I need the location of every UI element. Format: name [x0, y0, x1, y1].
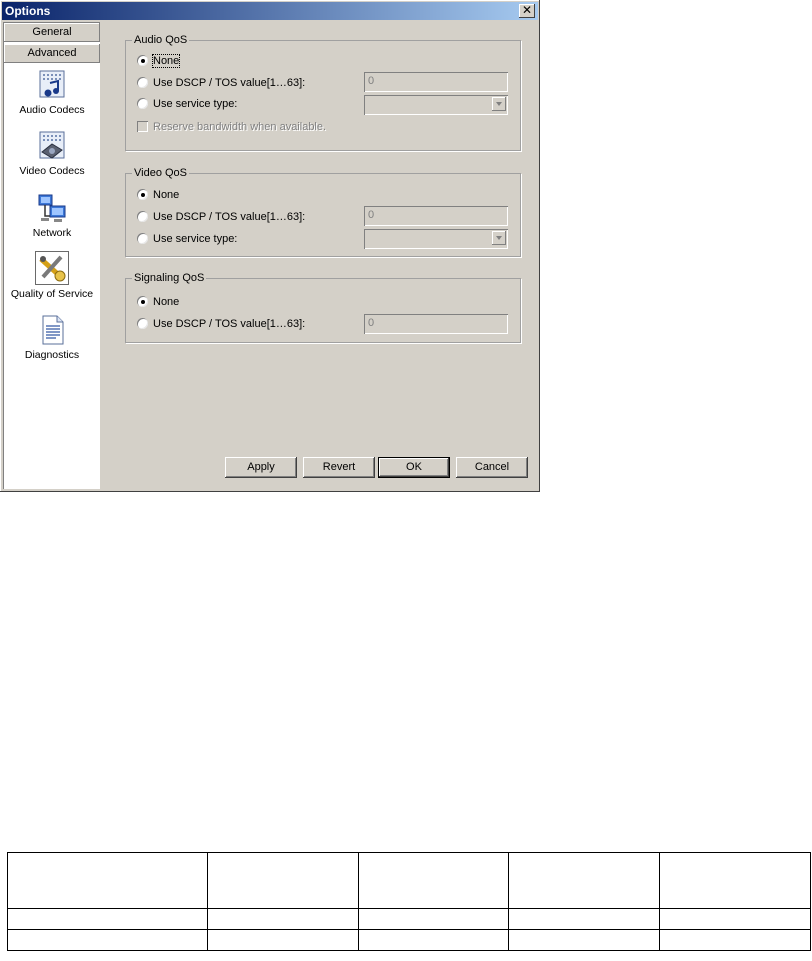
- table-cell: [206, 929, 359, 951]
- sidebar-item-diagnostics[interactable]: Diagnostics: [4, 314, 100, 374]
- signaling-dscp-input[interactable]: 0: [364, 314, 508, 334]
- table-header-cell: [206, 852, 359, 909]
- radio-button[interactable]: [137, 98, 148, 109]
- video-codecs-icon: [39, 131, 65, 159]
- audio-none-radio[interactable]: None: [137, 54, 181, 68]
- sidebar-item-label: Video Codecs: [19, 165, 85, 177]
- table-cell: [508, 908, 661, 930]
- table-cell: [357, 908, 510, 930]
- audio-none-label: None: [151, 54, 181, 68]
- audio-qos-title: Audio QoS: [132, 34, 190, 46]
- empty-table: [7, 852, 811, 951]
- sidebar-item-network[interactable]: Network: [4, 192, 100, 252]
- video-service-label: Use service type:: [153, 233, 238, 245]
- table-cell: [357, 929, 510, 951]
- video-service-select[interactable]: [364, 229, 508, 249]
- signaling-none-label: None: [153, 296, 180, 308]
- radio-button[interactable]: [137, 318, 148, 329]
- apply-button-label: Apply: [247, 461, 275, 473]
- chevron-down-icon[interactable]: [492, 97, 506, 111]
- video-dscp-label: Use DSCP / TOS value[1…63]:: [153, 211, 306, 223]
- sidebar-item-label: Network: [32, 227, 72, 239]
- revert-button-label: Revert: [322, 461, 356, 473]
- table-cell: [7, 908, 208, 930]
- sidebar-item-audio-codecs[interactable]: Audio Codecs: [4, 69, 100, 129]
- video-dscp-radio[interactable]: Use DSCP / TOS value[1…63]:: [137, 210, 305, 224]
- signaling-none-radio[interactable]: None: [137, 295, 179, 309]
- table-row: [7, 908, 811, 930]
- table-cell: [659, 908, 811, 930]
- network-icon: [38, 194, 66, 222]
- audio-service-radio[interactable]: Use service type:: [137, 97, 237, 111]
- revert-button[interactable]: Revert: [303, 457, 375, 478]
- category-advanced-button[interactable]: Advanced: [4, 44, 100, 63]
- radio-button[interactable]: [137, 189, 148, 200]
- audio-reserve-label: Reserve bandwidth when available.: [153, 121, 327, 133]
- signaling-qos-title: Signaling QoS: [132, 272, 207, 284]
- audio-dscp-radio[interactable]: Use DSCP / TOS value[1…63]:: [137, 76, 305, 90]
- table-cell: [508, 929, 661, 951]
- apply-button[interactable]: Apply: [225, 457, 297, 478]
- video-none-label: None: [153, 189, 180, 201]
- table-cell: [206, 908, 359, 930]
- window-title: Options: [5, 4, 51, 18]
- signaling-dscp-label: Use DSCP / TOS value[1…63]:: [153, 318, 306, 330]
- table-header-cell: [357, 852, 510, 909]
- title-bar[interactable]: Options ✕: [2, 2, 538, 20]
- checkbox[interactable]: [137, 121, 148, 132]
- audio-codecs-icon: [39, 70, 65, 98]
- audio-dscp-label: Use DSCP / TOS value[1…63]:: [153, 77, 306, 89]
- sidebar-item-quality-of-service[interactable]: Quality of Service: [4, 251, 100, 315]
- sidebar-item-label: Audio Codecs: [19, 104, 85, 116]
- table-header-cell: [508, 852, 661, 909]
- close-icon: ✕: [521, 3, 533, 17]
- video-dscp-input[interactable]: 0: [364, 206, 508, 226]
- cancel-button[interactable]: Cancel: [456, 457, 528, 478]
- diagnostics-icon: [42, 315, 64, 345]
- video-qos-title: Video QoS: [132, 167, 190, 179]
- ok-button-label: OK: [406, 461, 422, 473]
- radio-button[interactable]: [137, 211, 148, 222]
- ok-button[interactable]: OK: [378, 457, 450, 478]
- sidebar-item-video-codecs[interactable]: Video Codecs: [4, 130, 100, 190]
- radio-button[interactable]: [137, 296, 148, 307]
- table-cell: [659, 929, 811, 951]
- signaling-dscp-radio[interactable]: Use DSCP / TOS value[1…63]:: [137, 317, 305, 331]
- video-service-radio[interactable]: Use service type:: [137, 232, 237, 246]
- table-header-row: [7, 852, 811, 909]
- video-none-radio[interactable]: None: [137, 188, 179, 202]
- table-row: [7, 929, 811, 951]
- table-header-cell: [7, 852, 208, 909]
- cancel-button-label: Cancel: [474, 461, 510, 473]
- audio-service-select[interactable]: [364, 95, 508, 115]
- audio-service-label: Use service type:: [153, 98, 238, 110]
- radio-button[interactable]: [137, 55, 148, 66]
- radio-button[interactable]: [137, 233, 148, 244]
- close-button[interactable]: ✕: [519, 4, 535, 18]
- sidebar-item-label: Diagnostics: [24, 349, 80, 361]
- options-sidebar: General Advanced Audio Codecs Video Code…: [3, 22, 100, 489]
- chevron-down-icon[interactable]: [492, 231, 506, 245]
- quality-of-service-icon: [35, 251, 69, 285]
- table-header-cell: [659, 852, 811, 909]
- audio-dscp-input[interactable]: 0: [364, 72, 508, 92]
- audio-reserve-checkbox[interactable]: Reserve bandwidth when available.: [137, 120, 326, 134]
- sidebar-item-label: Quality of Service: [10, 288, 94, 300]
- radio-button[interactable]: [137, 77, 148, 88]
- category-general-button[interactable]: General: [4, 23, 100, 42]
- table-cell: [7, 929, 208, 951]
